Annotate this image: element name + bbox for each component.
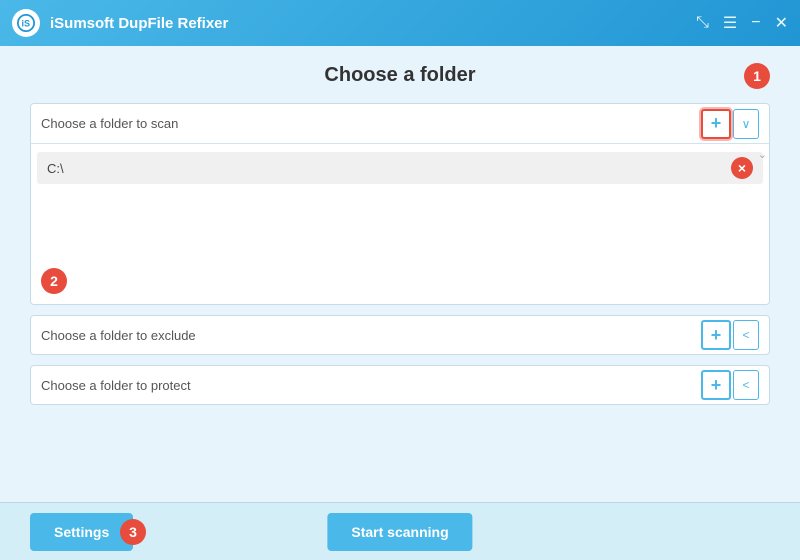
exclude-folder-panel: Choose a folder to exclude + < — [30, 315, 770, 355]
main-content: Choose a folder 1 Choose a folder to sca… — [0, 46, 800, 502]
step1-badge: 1 — [744, 63, 770, 89]
menu-icon[interactable]: ☰ — [723, 13, 737, 33]
svg-text:iS: iS — [22, 19, 31, 29]
exclude-panel-label: Choose a folder to exclude — [41, 328, 697, 343]
exclude-add-button[interactable]: + — [701, 320, 731, 350]
scan-folder-panel: Choose a folder to scan + ∨ C:\ × 2 ⌄ — [30, 103, 770, 305]
share-icon[interactable]: ⤡ — [696, 14, 709, 32]
close-icon[interactable]: ✕ — [775, 13, 788, 33]
scan-add-button[interactable]: + — [701, 109, 731, 139]
minimize-icon[interactable]: − — [751, 14, 760, 32]
scan-panel-label: Choose a folder to scan — [41, 116, 697, 131]
app-logo: iS — [12, 9, 40, 37]
app-title: iSumsoft DupFile Refixer — [50, 15, 696, 32]
scroll-hint-down: ⌄ — [758, 148, 767, 161]
settings-button[interactable]: Settings — [30, 513, 133, 551]
scan-panel-header: Choose a folder to scan + ∨ — [31, 104, 769, 144]
scan-expand-button[interactable]: ∨ — [733, 109, 759, 139]
folder-path: C:\ — [47, 161, 731, 176]
footer: Settings 3 Start scanning — [0, 502, 800, 560]
step2-badge: 2 — [41, 268, 67, 294]
scan-folder-list: C:\ × 2 ⌄ — [31, 144, 769, 304]
protect-panel-label: Choose a folder to protect — [41, 378, 697, 393]
folder-row: C:\ × — [37, 152, 763, 184]
window-controls: ⤡ ☰ − ✕ — [696, 13, 788, 33]
step3-badge: 3 — [120, 519, 146, 545]
titlebar: iS iSumsoft DupFile Refixer ⤡ ☰ − ✕ — [0, 0, 800, 46]
remove-folder-button[interactable]: × — [731, 157, 753, 179]
exclude-collapse-button[interactable]: < — [733, 320, 759, 350]
protect-folder-panel: Choose a folder to protect + < — [30, 365, 770, 405]
start-scanning-button[interactable]: Start scanning — [327, 513, 472, 551]
protect-add-button[interactable]: + — [701, 370, 731, 400]
protect-collapse-button[interactable]: < — [733, 370, 759, 400]
page-title: Choose a folder — [324, 64, 475, 86]
